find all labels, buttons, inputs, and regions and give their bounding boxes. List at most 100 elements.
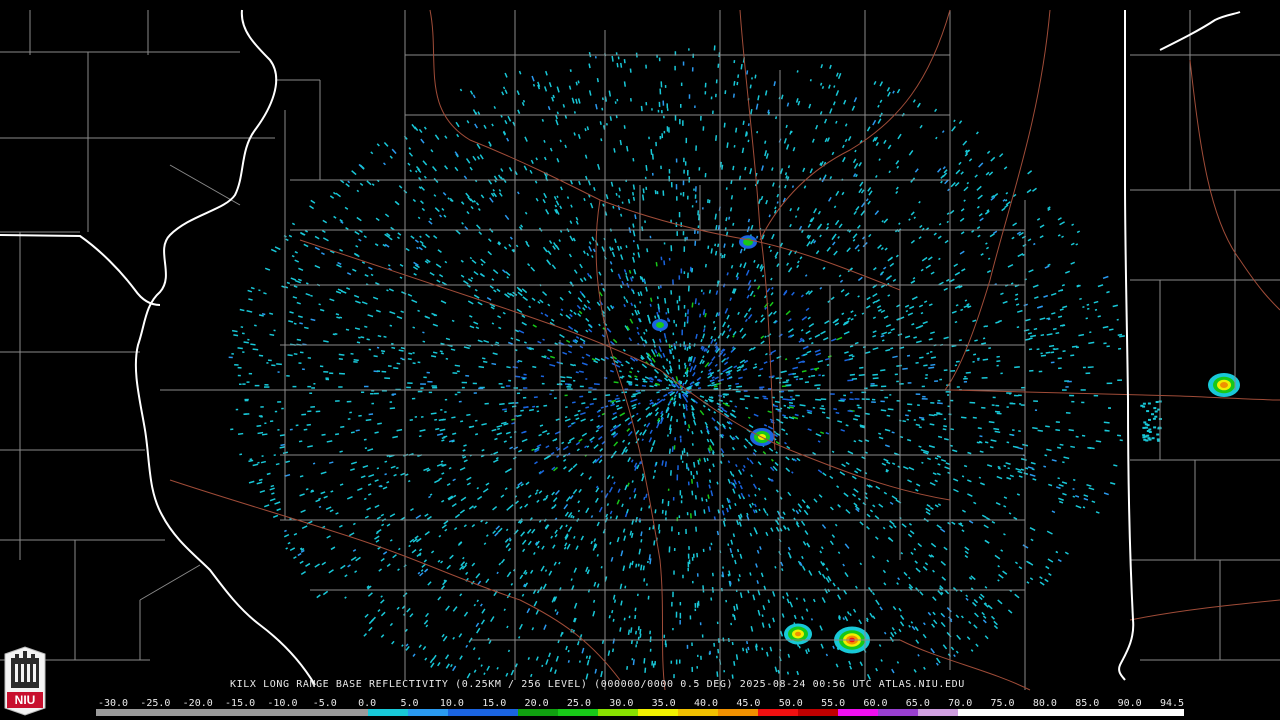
- echo-cell: [651, 108, 653, 111]
- echo-cell: [549, 393, 552, 396]
- echo-cell: [814, 384, 817, 387]
- echo-cell: [346, 400, 352, 403]
- echo-cell: [553, 397, 557, 400]
- echo-cell: [665, 312, 668, 315]
- echo-cell: [896, 380, 899, 383]
- echo-cell: [950, 399, 954, 402]
- echo-cell: [972, 360, 975, 363]
- echo-cell: [710, 96, 713, 100]
- echo-cell: [679, 435, 682, 439]
- echo-cell: [313, 382, 316, 385]
- scale-swatch: [878, 709, 918, 716]
- echo-cell: [360, 391, 365, 394]
- echo-cell: [579, 385, 584, 388]
- echo-cell: [384, 377, 391, 380]
- echo-cell: [672, 591, 674, 598]
- echo-cell: [237, 366, 242, 369]
- echo-cell: [1062, 389, 1067, 391]
- echo-cell: [428, 391, 433, 394]
- echo-cell: [907, 382, 912, 384]
- echo-cell: [688, 546, 690, 550]
- echo-cell: [680, 500, 683, 504]
- echo-cell: [244, 398, 249, 401]
- echo-cell: [1151, 413, 1154, 416]
- echo-cell: [666, 103, 669, 109]
- echo-cell: [661, 133, 664, 139]
- echo-cell: [981, 406, 986, 409]
- echo-cell: [420, 383, 426, 385]
- echo-cell: [694, 194, 697, 199]
- echo-cell: [411, 397, 416, 400]
- echo-cell: [678, 212, 681, 218]
- echo-cell: [364, 385, 369, 388]
- echo-cell: [663, 130, 666, 134]
- echo-cell: [686, 512, 689, 516]
- echo-cell: [649, 648, 652, 652]
- echo-cell: [242, 351, 245, 353]
- echo-cell: [260, 406, 264, 408]
- echo-cell: [461, 381, 468, 384]
- echo-cell: [678, 532, 680, 535]
- echo-cell: [964, 375, 967, 378]
- echo-cell: [456, 370, 460, 373]
- echo-cell: [870, 384, 874, 387]
- echo-cell: [277, 401, 282, 403]
- echo-cell: [870, 382, 875, 385]
- echo-cell: [687, 170, 689, 176]
- echo-cell: [274, 410, 278, 413]
- echo-cell: [687, 272, 689, 279]
- echo-cell: [1071, 400, 1075, 403]
- echo-cell: [1146, 424, 1150, 427]
- echo-cell: [1154, 415, 1158, 418]
- echo-cell: [947, 394, 950, 396]
- scale-swatch: [368, 709, 408, 716]
- echo-cell: [246, 381, 250, 383]
- echo-cell: [674, 65, 676, 71]
- echo-cell: [431, 385, 437, 387]
- echo-cell: [889, 394, 892, 396]
- echo-cell: [1142, 436, 1146, 439]
- echo-cell: [684, 312, 687, 317]
- echo-cell: [1154, 410, 1158, 413]
- echo-cell: [676, 231, 678, 236]
- echo-cell: [311, 387, 315, 389]
- echo-cell: [691, 205, 694, 208]
- echo-cell: [995, 404, 1000, 407]
- echo-cell: [585, 378, 588, 380]
- echo-cell: [1153, 407, 1157, 410]
- echo-cell: [671, 601, 673, 607]
- echo-cell: [616, 394, 619, 397]
- echo-cell: [391, 394, 395, 396]
- echo-cell: [522, 378, 526, 380]
- echo-cell: [432, 387, 438, 389]
- echo-cell: [647, 560, 649, 564]
- echo-cell: [1006, 392, 1012, 394]
- echo-cell: [688, 559, 691, 565]
- echo-cell: [1033, 400, 1038, 402]
- echo-cell: [668, 127, 670, 133]
- scale-label: 90.0: [1117, 698, 1142, 709]
- echo-cell: [454, 393, 458, 396]
- echo-cell: [684, 161, 687, 166]
- echo-cell: [680, 381, 683, 385]
- echo-cell: [231, 353, 234, 355]
- echo-cell: [830, 393, 835, 395]
- echo-cell: [667, 488, 670, 491]
- echo-cell: [264, 384, 269, 386]
- echo-cell: [680, 438, 682, 443]
- echo-cell: [1093, 394, 1099, 397]
- echo-cell: [666, 108, 669, 111]
- echo-cell: [668, 546, 671, 553]
- echo-cell: [850, 391, 853, 394]
- echo-cell: [406, 386, 411, 389]
- echo-cell: [675, 341, 678, 344]
- echo-cell: [478, 387, 484, 390]
- echo-cell: [658, 57, 661, 62]
- echo-cell: [664, 85, 667, 88]
- scale-label: 10.0: [439, 698, 464, 709]
- scale-swatch: [918, 709, 958, 716]
- echo-cell: [1020, 404, 1025, 406]
- scale-label: 30.0: [609, 698, 634, 709]
- echo-cell: [679, 620, 681, 625]
- echo-cell: [666, 126, 669, 132]
